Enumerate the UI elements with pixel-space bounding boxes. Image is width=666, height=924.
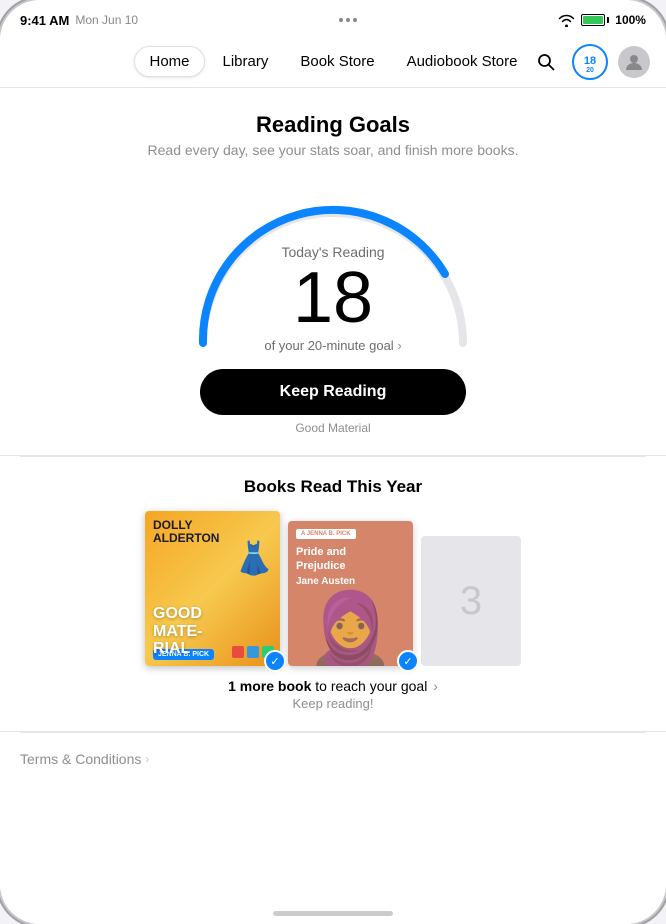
main-content: Reading Goals Read every day, see your s… xyxy=(0,88,666,924)
terms-label: Terms & Conditions xyxy=(20,751,141,767)
progress-total: 20 xyxy=(586,67,594,74)
nav-home[interactable]: Home xyxy=(134,46,204,77)
book-cover-1: DOLLYALDERTON GOODMATE-RIAL 👗 xyxy=(145,511,280,666)
books-grid: DOLLYALDERTON GOODMATE-RIAL 👗 xyxy=(20,511,646,666)
current-book-label: Good Material xyxy=(20,421,646,435)
book-item-2[interactable]: A JENNA B. PICK Pride andPrejudice Jane … xyxy=(288,521,413,666)
book-item-1[interactable]: DOLLYALDERTON GOODMATE-RIAL 👗 xyxy=(145,511,280,666)
book2-badge: A JENNA B. PICK xyxy=(296,529,356,539)
books-keep-reading: Keep reading! xyxy=(20,696,646,711)
book-placeholder-3: 3 xyxy=(421,536,521,666)
nav-bookstore[interactable]: Book Store xyxy=(286,47,388,76)
battery-percent: 100% xyxy=(615,13,646,27)
reading-goals-title: Reading Goals xyxy=(20,112,646,138)
status-right: 100% xyxy=(558,13,646,27)
status-dots xyxy=(339,18,357,22)
nav-audiobook[interactable]: Audiobook Store xyxy=(393,47,532,76)
book2-title: Pride andPrejudice xyxy=(296,545,405,574)
placeholder-number: 3 xyxy=(460,579,482,624)
home-indicator xyxy=(273,911,393,916)
progress-number: 18 xyxy=(584,56,596,67)
book2-completed-check: ✓ xyxy=(397,650,419,672)
goal-text[interactable]: of your 20-minute goal › xyxy=(264,338,401,353)
nav-right: 18 20 xyxy=(530,44,650,80)
nav-bar: Home Library Book Store Audiobook Store … xyxy=(0,36,666,88)
book1-title: GOODMATE-RIAL xyxy=(153,605,202,658)
reading-gauge: Today's Reading 18 of your 20-minute goa… xyxy=(173,178,493,353)
terms-section: Terms & Conditions › xyxy=(0,733,666,785)
book2-author: Jane Austen xyxy=(296,576,405,587)
book2-figure: 🧕 xyxy=(306,594,396,666)
reading-progress-badge[interactable]: 18 20 xyxy=(572,44,608,80)
status-time: 9:41 AM xyxy=(20,13,69,28)
wifi-icon xyxy=(558,14,575,27)
search-button[interactable] xyxy=(530,46,562,78)
reading-goals-section: Reading Goals Read every day, see your s… xyxy=(0,88,666,456)
goal-chevron: › xyxy=(397,338,401,353)
terms-chevron: › xyxy=(145,752,149,766)
terms-link[interactable]: Terms & Conditions › xyxy=(20,751,646,767)
books-section: Books Read This Year DOLLYALDERTON GOODM… xyxy=(0,457,666,732)
books-goal-text[interactable]: 1 more book to reach your goal › xyxy=(20,678,646,694)
nav-library[interactable]: Library xyxy=(209,47,283,76)
person-icon xyxy=(624,52,644,72)
book1-author-name: DOLLYALDERTON xyxy=(153,519,272,545)
gauge-content: Today's Reading 18 of your 20-minute goa… xyxy=(264,244,401,353)
keep-reading-button[interactable]: Keep Reading xyxy=(200,369,467,415)
goal-suffix: to reach your goal xyxy=(311,678,427,694)
goal-arrow: › xyxy=(429,678,438,694)
battery-indicator xyxy=(581,14,609,26)
books-section-title: Books Read This Year xyxy=(20,477,646,497)
status-bar: 9:41 AM Mon Jun 10 100% xyxy=(0,0,666,36)
profile-button[interactable] xyxy=(618,46,650,78)
minutes-read: 18 xyxy=(264,262,401,334)
search-icon xyxy=(536,52,556,72)
reading-goals-subtitle: Read every day, see your stats soar, and… xyxy=(20,142,646,158)
goal-prefix: 1 more book xyxy=(228,678,311,694)
ipad-frame: 9:41 AM Mon Jun 10 100% xyxy=(0,0,666,924)
book-cover-2: A JENNA B. PICK Pride andPrejudice Jane … xyxy=(288,521,413,666)
status-date: Mon Jun 10 xyxy=(75,13,138,27)
